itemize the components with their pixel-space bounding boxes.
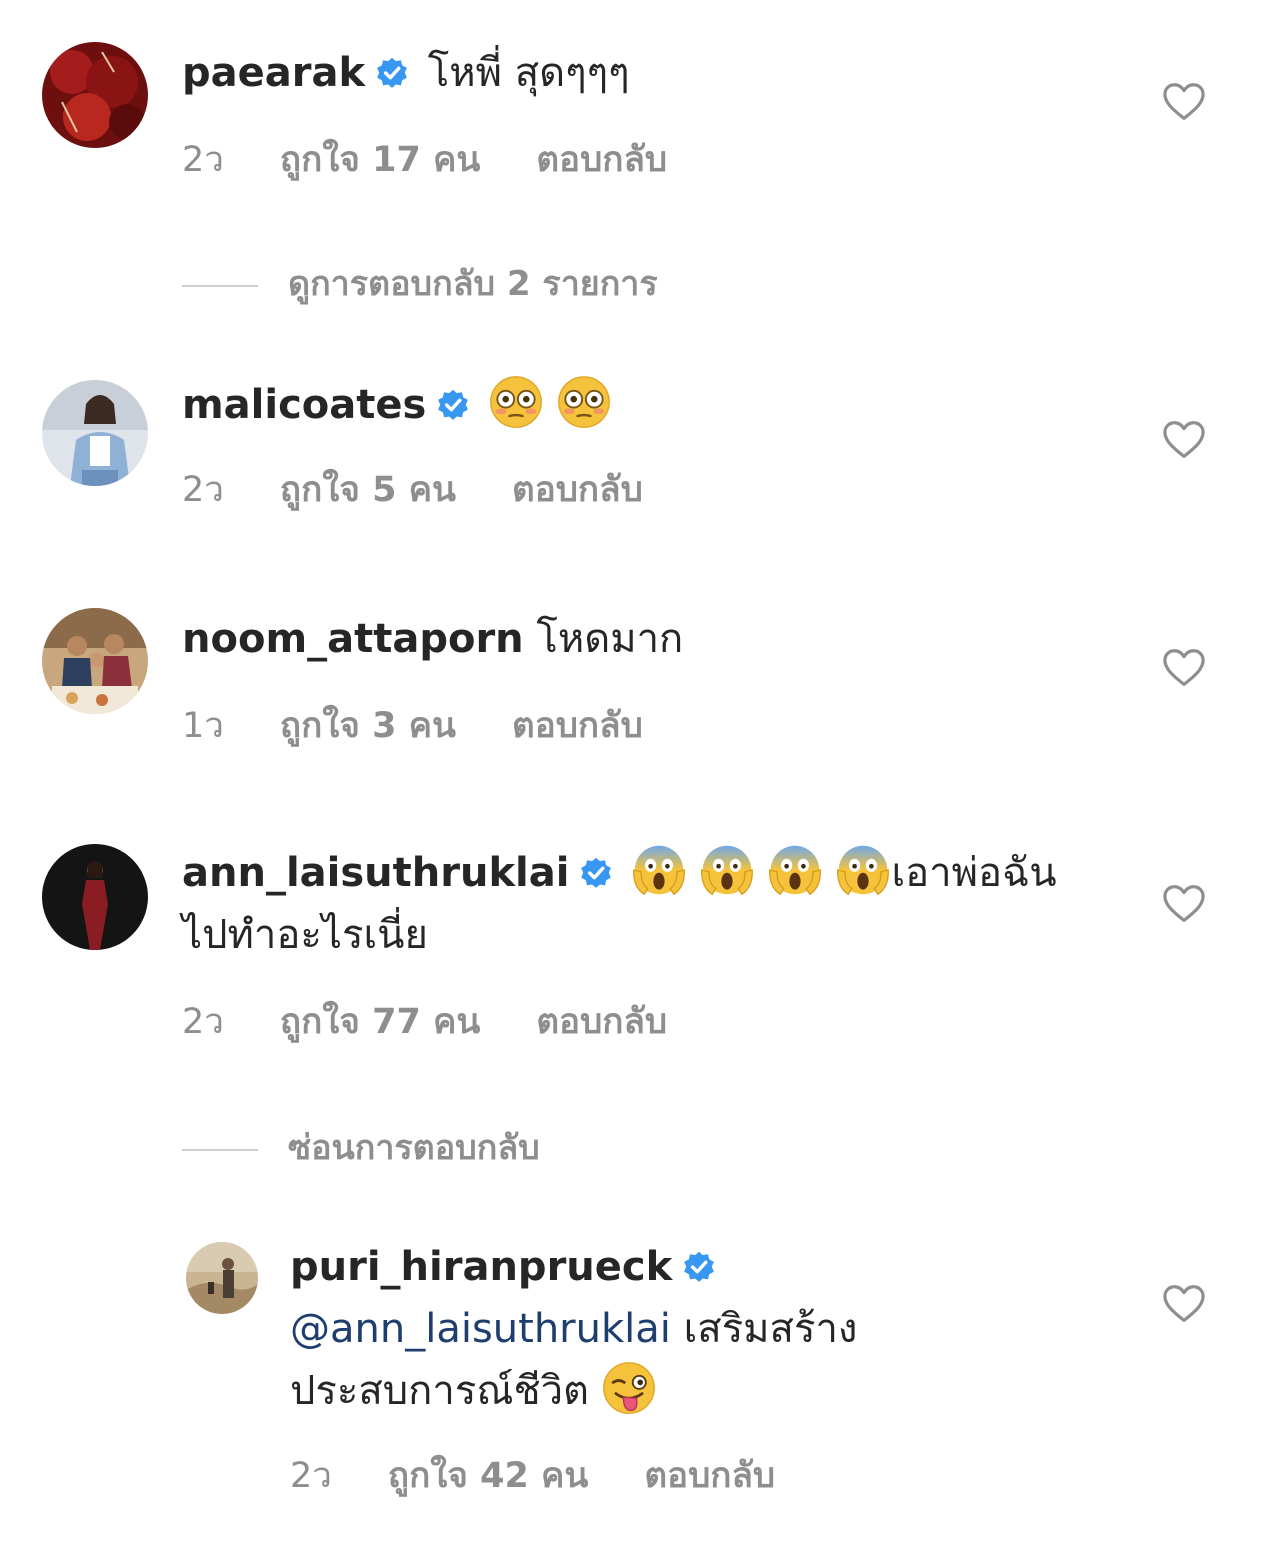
username[interactable]: malicoates [182, 382, 426, 428]
username[interactable]: puri_hiranprueck [290, 1244, 672, 1290]
username[interactable]: ann_laisuthruklai [182, 850, 569, 896]
hide-replies-label: ซ่อนการตอบกลับ [288, 1128, 540, 1168]
avatar[interactable] [186, 1242, 258, 1314]
verified-badge-icon [436, 388, 470, 422]
reply-text: puri_hiranprueck @ann_laisuthruklai เสริ… [290, 1236, 1070, 1422]
reply-body-line1: เสริมสร้าง [683, 1306, 858, 1352]
thread-line [182, 284, 258, 287]
reply-button[interactable]: ตอบกลับ [536, 140, 667, 180]
avatar[interactable] [42, 42, 148, 148]
avatar[interactable] [42, 380, 148, 486]
thread-line [182, 1148, 258, 1151]
comment-meta: 1ว ถูกใจ 3 คน ตอบกลับ [182, 698, 699, 753]
screaming-face-emoji-icon [631, 842, 687, 898]
screaming-face-emoji-icon [767, 842, 823, 898]
view-replies-label: ดูการตอบกลับ 2 รายการ [288, 264, 658, 304]
screaming-face-emoji-icon [835, 842, 891, 898]
winking-tongue-face-emoji-icon [601, 1360, 657, 1416]
avatar[interactable] [42, 608, 148, 714]
likes-count[interactable]: ถูกใจ 17 คน [280, 140, 480, 180]
username[interactable]: paearak [182, 50, 365, 96]
comment-meta: 2ว ถูกใจ 17 คน ตอบกลับ [182, 132, 723, 187]
comment-body: โหดมาก [536, 616, 684, 662]
username[interactable]: noom_attaporn [182, 616, 524, 662]
like-heart-icon[interactable] [1162, 420, 1206, 460]
flushed-face-emoji-icon [488, 374, 544, 430]
timestamp[interactable]: 2ว [182, 1002, 224, 1042]
comment-text: ann_laisuthruklai เอาพ่อฉันไปทำอะไรเนี่ย [182, 842, 1082, 966]
timestamp[interactable]: 2ว [290, 1456, 332, 1496]
reply-button[interactable]: ตอบกลับ [512, 706, 643, 746]
timestamp[interactable]: 2ว [182, 140, 224, 180]
reply-meta: 2ว ถูกใจ 42 คน ตอบกลับ [290, 1448, 831, 1503]
like-heart-icon[interactable] [1162, 884, 1206, 924]
comment-text: noom_attaporn โหดมาก [182, 608, 1082, 670]
verified-badge-icon [375, 56, 409, 90]
verified-badge-icon [579, 856, 613, 890]
reply-button[interactable]: ตอบกลับ [512, 470, 643, 510]
view-replies-toggle[interactable]: ดูการตอบกลับ 2 รายการ [182, 256, 658, 310]
screaming-face-emoji-icon [699, 842, 755, 898]
comment-body: โหพี่ สุดๆๆๆ [427, 50, 630, 96]
reply-body-line2: ประสบการณ์ชีวิต [290, 1368, 590, 1414]
comment-text: malicoates [182, 374, 1082, 436]
timestamp[interactable]: 1ว [182, 706, 224, 746]
comment-meta: 2ว ถูกใจ 5 คน ตอบกลับ [182, 462, 699, 517]
comment-meta: 2ว ถูกใจ 77 คน ตอบกลับ [182, 994, 723, 1049]
like-heart-icon[interactable] [1162, 1284, 1206, 1324]
timestamp[interactable]: 2ว [182, 470, 224, 510]
likes-count[interactable]: ถูกใจ 3 คน [280, 706, 456, 746]
reply-button[interactable]: ตอบกลับ [644, 1456, 775, 1496]
avatar[interactable] [42, 844, 148, 950]
flushed-face-emoji-icon [556, 374, 612, 430]
like-heart-icon[interactable] [1162, 82, 1206, 122]
reply-button[interactable]: ตอบกลับ [536, 1002, 667, 1042]
hide-replies-toggle[interactable]: ซ่อนการตอบกลับ [182, 1120, 540, 1174]
verified-badge-icon [682, 1250, 716, 1284]
likes-count[interactable]: ถูกใจ 42 คน [388, 1456, 588, 1496]
likes-count[interactable]: ถูกใจ 77 คน [280, 1002, 480, 1042]
mention-link[interactable]: @ann_laisuthruklai [290, 1306, 671, 1352]
comment-text: paearak โหพี่ สุดๆๆๆ [182, 42, 1082, 104]
likes-count[interactable]: ถูกใจ 5 คน [280, 470, 456, 510]
like-heart-icon[interactable] [1162, 648, 1206, 688]
